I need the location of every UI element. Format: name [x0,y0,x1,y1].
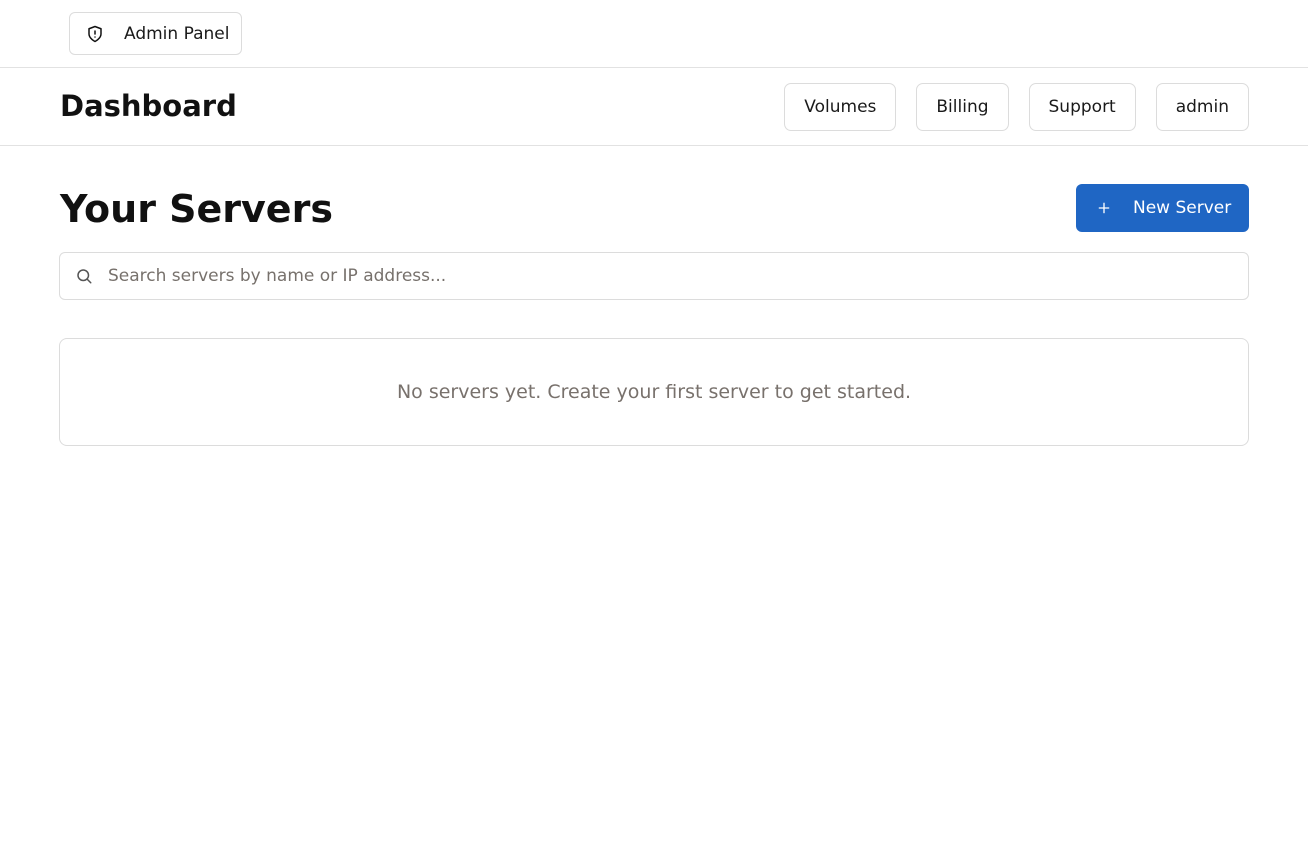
admin-bar: Admin Panel [0,0,1308,68]
new-server-label: New Server [1133,198,1232,218]
shield-alert-icon [85,24,105,44]
user-menu-button[interactable]: admin [1155,83,1249,131]
nav-support-button[interactable]: Support [1028,83,1136,131]
admin-panel-label: Admin Panel [124,23,230,44]
top-nav: Volumes Billing Support admin [784,83,1249,131]
search-box [59,252,1249,300]
admin-panel-button[interactable]: Admin Panel [69,12,242,55]
empty-state-message: No servers yet. Create your first server… [396,381,912,403]
nav-billing-button[interactable]: Billing [916,83,1009,131]
section-heading: Your Servers [60,187,333,231]
search-icon [75,267,93,285]
new-server-button[interactable]: New Server [1076,184,1249,232]
search-input[interactable] [108,266,1208,286]
main-content: Your Servers New Server No servers yet. … [0,146,1308,868]
plus-icon [1095,199,1113,217]
nav-volumes-button[interactable]: Volumes [784,83,897,131]
top-header: Dashboard Volumes Billing Support admin [0,68,1308,146]
page-title: Dashboard [60,89,237,123]
empty-state-card: No servers yet. Create your first server… [59,338,1249,446]
